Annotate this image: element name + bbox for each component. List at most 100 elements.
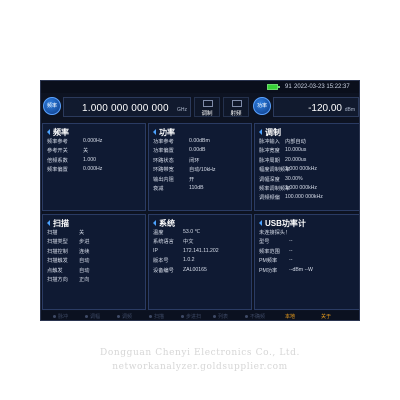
- row-value: 0.000Hz: [83, 138, 103, 144]
- row-label: 频率参考: [47, 139, 68, 145]
- nav-dot-icon: [245, 315, 248, 319]
- power-button[interactable]: 功率: [253, 97, 271, 115]
- panel-row: 温度 53.0 ℃: [153, 229, 249, 238]
- row-value: 20.000us: [285, 156, 307, 163]
- rf-button[interactable]: 射频: [223, 97, 249, 117]
- row-value: 连续: [79, 248, 90, 255]
- panel-system[interactable]: 系统 温度 53.0 ℃ 系统语言 中文 IP 172.141.11.202 版本号 1.0.…: [148, 214, 252, 310]
- row-label: 调频频偏: [259, 195, 280, 202]
- panel-title: 调制: [259, 127, 281, 138]
- row-value: 0.000Hz: [83, 166, 103, 173]
- panel-row: 调幅深度 30.00%: [259, 176, 357, 185]
- panel-row: 频率范围 --: [259, 248, 357, 257]
- panel-row: 型号 --: [259, 238, 357, 247]
- rf-label: 射频: [230, 111, 242, 117]
- row-label: 扫描类型: [47, 239, 68, 246]
- nav-item[interactable]: 列表: [213, 313, 228, 320]
- row-label: 输出内阻: [153, 176, 174, 183]
- row-value: 关: [79, 230, 85, 236]
- panel-row: 功率偏置 0.00dB: [153, 147, 249, 156]
- nav-label: 本地: [285, 314, 296, 320]
- panel-row: 输出内阻 开: [153, 176, 249, 185]
- panel-frequency[interactable]: 频率 频率参考 0.000Hz 参考开关 关倍频系数 1.000 频率偏置 0.000Hz: [42, 123, 146, 211]
- panel-row: 参考开关 关: [47, 147, 143, 156]
- rf-icon: [232, 100, 242, 107]
- freq-button[interactable]: 频率: [43, 97, 61, 115]
- panel-rows: 未连接探头！ 型号 -- 频率范围 -- PM频率 -- PM功率 --dBm --W: [259, 229, 357, 276]
- power-unit: dBm: [344, 107, 355, 113]
- power-value: -120.00: [308, 103, 342, 114]
- panel-power[interactable]: 功率 功率参考 0.00dBm 功率偏置 0.00dB 环路状态 闭环 环路带宽 自动/10k…: [148, 123, 252, 211]
- power-input[interactable]: -120.00 dBm: [273, 97, 359, 117]
- panel-row: 设备编号 ZAL00165: [153, 267, 249, 276]
- nav-label: 扫描: [154, 314, 165, 320]
- nav-label: 脉冲: [58, 314, 69, 320]
- nav-label: 不确频: [250, 314, 266, 320]
- row-label: 频率范围: [259, 248, 280, 255]
- row-value: ZAL00165: [183, 266, 207, 273]
- row-value: 步进: [79, 239, 90, 246]
- panel-row: 版本号 1.0.2: [153, 257, 249, 266]
- freq-input[interactable]: 1.000 000 000 000 GHz: [63, 97, 191, 117]
- status-bar: 91 2022-03-23 15:22:37: [41, 81, 359, 93]
- panel-title: 扫描: [47, 218, 69, 229]
- panel-row: 环路带宽 自动/10kHz: [153, 166, 249, 175]
- nav-item[interactable]: 调频: [117, 313, 132, 320]
- row-label: 调幅深度: [259, 176, 280, 183]
- instrument-screen: 91 2022-03-23 15:22:37 频率 1.000 000 000 …: [40, 80, 360, 321]
- panel-row: PM频率 --: [259, 257, 357, 266]
- nav-item[interactable]: 扫描: [149, 313, 164, 320]
- panel-row: 环路状态 闭环: [153, 157, 249, 166]
- modulation-label: 调制: [201, 111, 213, 117]
- nav-label: 列表: [218, 314, 229, 320]
- panel-sweep[interactable]: 扫描 扫描关扫描类型 步进 扫描控制 连续 扫描触发 自动 点触发 自动 扫描方向 正向: [42, 214, 146, 310]
- row-value: 0.00dBm: [189, 138, 210, 144]
- panel-usb-power-meter[interactable]: USB功率计 未连接探头！ 型号 -- 频率范围 -- PM频率 -- PM功率 --dBm -…: [254, 214, 359, 310]
- bottom-nav: 脉冲 调幅 调频 扫描 步进扫 列表 不确频 本地 关于: [41, 311, 359, 320]
- row-value: 1.000 000kHz: [285, 166, 318, 173]
- row-value: --dBm --W: [289, 266, 313, 273]
- nav-item[interactable]: 步进扫: [181, 313, 201, 320]
- panel-row: 扫描方向 正向: [47, 276, 143, 285]
- nav-item[interactable]: 调幅: [85, 313, 100, 320]
- nav-dot-icon: [149, 315, 152, 319]
- row-label: 扫描触发: [47, 258, 68, 265]
- nav-dot-icon: [213, 315, 216, 319]
- row-label: 倍频系数: [47, 157, 68, 164]
- nav-label: 关于: [321, 314, 332, 320]
- row-value: 关: [83, 148, 89, 155]
- nav-label: 调幅: [90, 314, 101, 320]
- row-value: 自动: [79, 267, 90, 274]
- nav-dot-icon: [117, 315, 120, 319]
- row-label: 脉冲宽度: [259, 148, 280, 155]
- nav-item[interactable]: 脉冲: [53, 313, 68, 320]
- row-value: --: [289, 238, 293, 245]
- row-value: 内部自动: [285, 139, 306, 145]
- panel-row: 调频频偏 100.000 000kHz: [259, 194, 357, 203]
- panel-modulation[interactable]: 调制 脉冲输入 内部自动 脉冲宽度 10.000us 脉冲周期 20.000us 幅度调制频…: [254, 123, 359, 211]
- panel-row: PM功率 --dBm --W: [259, 267, 357, 276]
- panel-rows: 扫描 关扫描类型 步进扫描控制 连续扫描触发 自动 点触发 自动扫描方向 正向: [47, 229, 143, 285]
- panel-row: 频率调制频率 1.000 000kHz: [259, 185, 357, 194]
- panel-title: 功率: [153, 127, 175, 138]
- panel-row: 扫描触发 自动: [47, 257, 143, 266]
- panel-row: 脉冲输入 内部自动: [259, 138, 357, 147]
- row-label: 环路带宽: [153, 167, 174, 174]
- panel-title: 频率: [47, 127, 69, 138]
- modulation-button[interactable]: 调制: [194, 97, 220, 117]
- row-value: 110dB: [189, 184, 204, 191]
- row-label: 参考开关: [47, 148, 68, 155]
- panel-title: 系统: [153, 218, 175, 229]
- nav-item[interactable]: 本地: [285, 313, 295, 320]
- nav-label: 调频: [122, 314, 133, 320]
- panel-row: 频率参考 0.000Hz: [47, 138, 143, 147]
- nav-item[interactable]: 关于: [321, 313, 331, 320]
- row-label: 扫描控制: [47, 248, 68, 255]
- main-readout-bar: 频率 1.000 000 000 000 GHz 调制 射频 功率 -120.0…: [41, 94, 359, 120]
- row-label: 脉冲输入: [259, 139, 280, 145]
- row-label: 扫描: [47, 230, 58, 236]
- panel-title: USB功率计: [259, 218, 306, 229]
- row-label: 点触发: [47, 267, 63, 274]
- panel-rows: 温度 53.0 ℃ 系统语言 中文 IP 172.141.11.202 版本号 1.0.2 设备…: [153, 229, 249, 276]
- nav-item[interactable]: 不确频: [245, 313, 265, 320]
